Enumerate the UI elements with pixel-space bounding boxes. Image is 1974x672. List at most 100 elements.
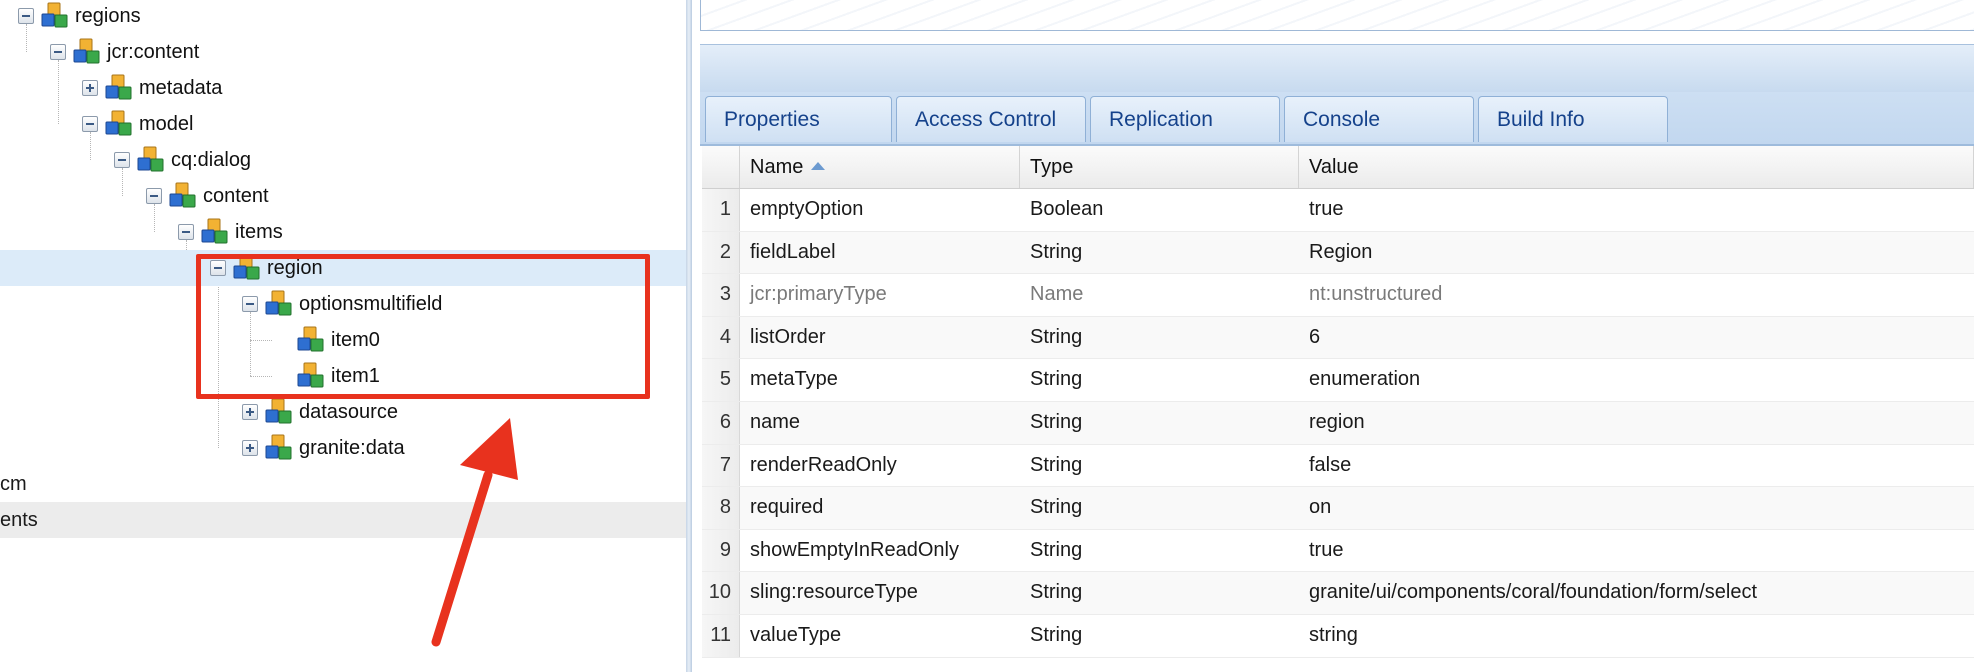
- node-cubes-icon: [41, 2, 68, 28]
- property-name[interactable]: listOrder: [740, 317, 1020, 359]
- row-number: 7: [702, 444, 740, 487]
- property-name[interactable]: renderReadOnly: [740, 445, 1020, 487]
- property-name[interactable]: emptyOption: [740, 189, 1020, 231]
- property-row[interactable]: 7 renderReadOnly String false: [702, 444, 1974, 488]
- tree-row-granite-data[interactable]: granite:data: [0, 430, 686, 466]
- tree-node-label: items: [235, 220, 283, 243]
- highlight-annotation-box: [196, 254, 650, 399]
- row-number: 4: [702, 316, 740, 359]
- property-name[interactable]: fieldLabel: [740, 232, 1020, 274]
- collapse-icon[interactable]: [50, 44, 66, 60]
- tree-row-items[interactable]: items: [0, 214, 686, 250]
- property-value[interactable]: true: [1299, 189, 1974, 231]
- property-name[interactable]: metaType: [740, 359, 1020, 401]
- property-value[interactable]: nt:unstructured: [1299, 274, 1974, 316]
- expand-icon[interactable]: [242, 404, 258, 420]
- tree-node-regions[interactable]: regions: [18, 0, 141, 34]
- tree-row-truncated[interactable]: ents: [0, 502, 686, 538]
- tab-replication[interactable]: Replication: [1090, 96, 1280, 142]
- property-name[interactable]: required: [740, 487, 1020, 529]
- property-type[interactable]: String: [1020, 317, 1299, 359]
- tree-node-granite-data[interactable]: granite:data: [242, 430, 405, 466]
- property-type[interactable]: String: [1020, 487, 1299, 529]
- property-row[interactable]: 10 sling:resourceType String granite/ui/com…: [702, 572, 1974, 615]
- tree-node-label: cq:dialog: [171, 148, 252, 171]
- property-value[interactable]: 6: [1299, 317, 1974, 359]
- property-value[interactable]: true: [1299, 530, 1974, 572]
- node-cubes-icon: [201, 218, 228, 244]
- tree-node-items[interactable]: items: [178, 214, 283, 250]
- tree-row-jcr-content[interactable]: jcr:content: [0, 34, 686, 70]
- property-value[interactable]: region: [1299, 402, 1974, 444]
- tab-console[interactable]: Console: [1284, 96, 1474, 142]
- node-cubes-icon: [105, 74, 132, 100]
- property-row[interactable]: 8 required String on: [702, 487, 1974, 530]
- collapse-icon[interactable]: [82, 116, 98, 132]
- property-type[interactable]: Boolean: [1020, 189, 1299, 231]
- property-row[interactable]: 6 name String region: [702, 401, 1974, 445]
- path-box: [700, 0, 1974, 31]
- tab-properties[interactable]: Properties: [705, 96, 892, 142]
- tree-row-truncated[interactable]: cm: [0, 466, 686, 502]
- column-header-value[interactable]: Value: [1299, 146, 1974, 188]
- tree-node-label: content: [203, 184, 269, 207]
- property-type[interactable]: Name: [1020, 274, 1299, 316]
- property-name[interactable]: showEmptyInReadOnly: [740, 530, 1020, 572]
- tab-strip: Properties Access Control Replication Co…: [700, 92, 1974, 146]
- properties-grid: Name Type Value 1 emptyOption Boolean true 2…: [702, 146, 1974, 658]
- tree-row-cq-dialog[interactable]: cq:dialog: [0, 142, 686, 178]
- property-row[interactable]: 9 showEmptyInReadOnly String true: [702, 529, 1974, 573]
- tree-node-model[interactable]: model: [82, 106, 193, 142]
- property-type[interactable]: String: [1020, 615, 1299, 657]
- tree-row-regions[interactable]: regions: [0, 0, 686, 34]
- property-value[interactable]: enumeration: [1299, 359, 1974, 401]
- property-type[interactable]: String: [1020, 359, 1299, 401]
- property-row[interactable]: 3 jcr:primaryType Name nt:unstructured: [702, 274, 1974, 317]
- tree-node-label: granite:data: [299, 436, 405, 459]
- property-row[interactable]: 5 metaType String enumeration: [702, 359, 1974, 402]
- node-icon-wrapper: [40, 1, 75, 31]
- property-row[interactable]: 1 emptyOption Boolean true: [702, 189, 1974, 232]
- collapse-icon[interactable]: [146, 188, 162, 204]
- collapse-icon[interactable]: [18, 8, 34, 24]
- tree-row-metadata[interactable]: metadata: [0, 70, 686, 106]
- collapse-icon[interactable]: [178, 224, 194, 240]
- property-row[interactable]: 4 listOrder String 6: [702, 316, 1974, 360]
- tab-access-control[interactable]: Access Control: [896, 96, 1086, 142]
- column-header-name[interactable]: Name: [740, 146, 1020, 188]
- tab-build-info[interactable]: Build Info: [1478, 96, 1668, 142]
- row-number-header: [702, 146, 740, 188]
- expand-icon[interactable]: [82, 80, 98, 96]
- property-value[interactable]: granite/ui/components/coral/foundation/f…: [1299, 572, 1974, 614]
- property-type[interactable]: String: [1020, 530, 1299, 572]
- tree-row-datasource[interactable]: datasource: [0, 394, 686, 430]
- tree-row-model[interactable]: model: [0, 106, 686, 142]
- tree-node-metadata[interactable]: metadata: [82, 70, 222, 106]
- property-type[interactable]: String: [1020, 572, 1299, 614]
- collapse-icon[interactable]: [114, 152, 130, 168]
- row-number: 5: [702, 359, 740, 401]
- property-value[interactable]: string: [1299, 615, 1974, 657]
- property-value[interactable]: on: [1299, 487, 1974, 529]
- expand-icon[interactable]: [242, 440, 258, 456]
- property-type[interactable]: String: [1020, 402, 1299, 444]
- property-row[interactable]: 2 fieldLabel String Region: [702, 231, 1974, 275]
- node-icon-wrapper: [104, 109, 139, 139]
- property-value[interactable]: false: [1299, 445, 1974, 487]
- column-header-type-label: Type: [1030, 156, 1074, 178]
- property-value[interactable]: Region: [1299, 232, 1974, 274]
- column-header-type[interactable]: Type: [1020, 146, 1299, 188]
- property-row[interactable]: 11 valueType String string: [702, 614, 1974, 658]
- column-header-name-label: Name: [750, 156, 804, 178]
- property-name[interactable]: valueType: [740, 615, 1020, 657]
- property-name[interactable]: jcr:primaryType: [740, 274, 1020, 316]
- property-name[interactable]: sling:resourceType: [740, 572, 1020, 614]
- property-name[interactable]: name: [740, 402, 1020, 444]
- tree-row-content[interactable]: content: [0, 178, 686, 214]
- property-type[interactable]: String: [1020, 445, 1299, 487]
- tree-node-cq-dialog[interactable]: cq:dialog: [114, 142, 251, 178]
- tree-node-jcr-content[interactable]: jcr:content: [50, 34, 199, 70]
- tree-node-datasource[interactable]: datasource: [242, 394, 398, 430]
- tree-node-content[interactable]: content: [146, 178, 269, 214]
- property-type[interactable]: String: [1020, 232, 1299, 274]
